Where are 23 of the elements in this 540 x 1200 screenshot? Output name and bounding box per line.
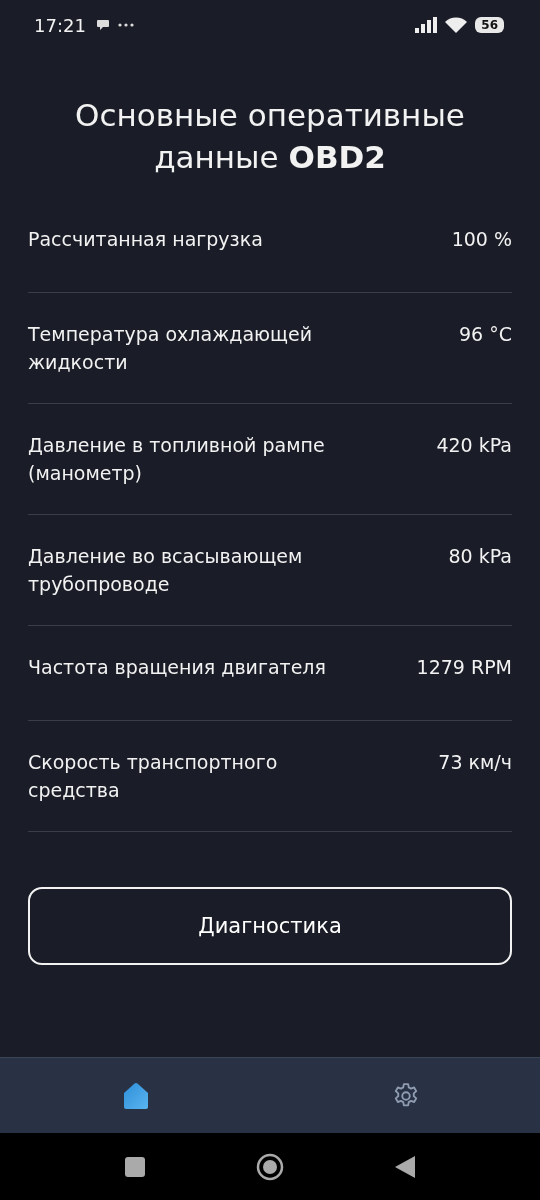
parameter-value: 96 °C xyxy=(459,322,512,347)
parameter-label: Температура охлаждающей жидкости xyxy=(28,322,313,375)
back-icon[interactable] xyxy=(394,1155,415,1178)
home-icon[interactable] xyxy=(256,1152,284,1181)
parameter-value: 420 kPa xyxy=(436,433,512,458)
more-icon xyxy=(117,23,134,27)
chat-icon xyxy=(95,18,110,32)
parameter-value: 73 км/ч xyxy=(438,750,512,775)
signal-icon xyxy=(415,17,438,33)
parameter-value: 1279 RPM xyxy=(416,655,512,680)
status-time: 17:21 xyxy=(34,14,86,36)
parameter-value: 100 % xyxy=(451,227,512,252)
recents-icon[interactable] xyxy=(125,1156,146,1177)
parameter-label: Скорость транспортного средства xyxy=(28,750,279,803)
parameter-label: Давление во всасывающем трубопроводе xyxy=(28,544,304,597)
parameter-value: 80 kPa xyxy=(448,544,512,569)
parameter-label: Частота вращения двигателя xyxy=(28,655,326,680)
diagnostics-button[interactable]: Диагностика xyxy=(28,887,512,965)
wifi-icon xyxy=(445,17,468,33)
page-title: Основные оперативные данные OBD2 xyxy=(74,96,466,177)
parameter-label: Рассчитанная нагрузка xyxy=(28,227,263,252)
battery-indicator: 56 xyxy=(475,17,504,33)
parameter-label: Давление в топливной рампе (манометр) xyxy=(28,433,326,486)
